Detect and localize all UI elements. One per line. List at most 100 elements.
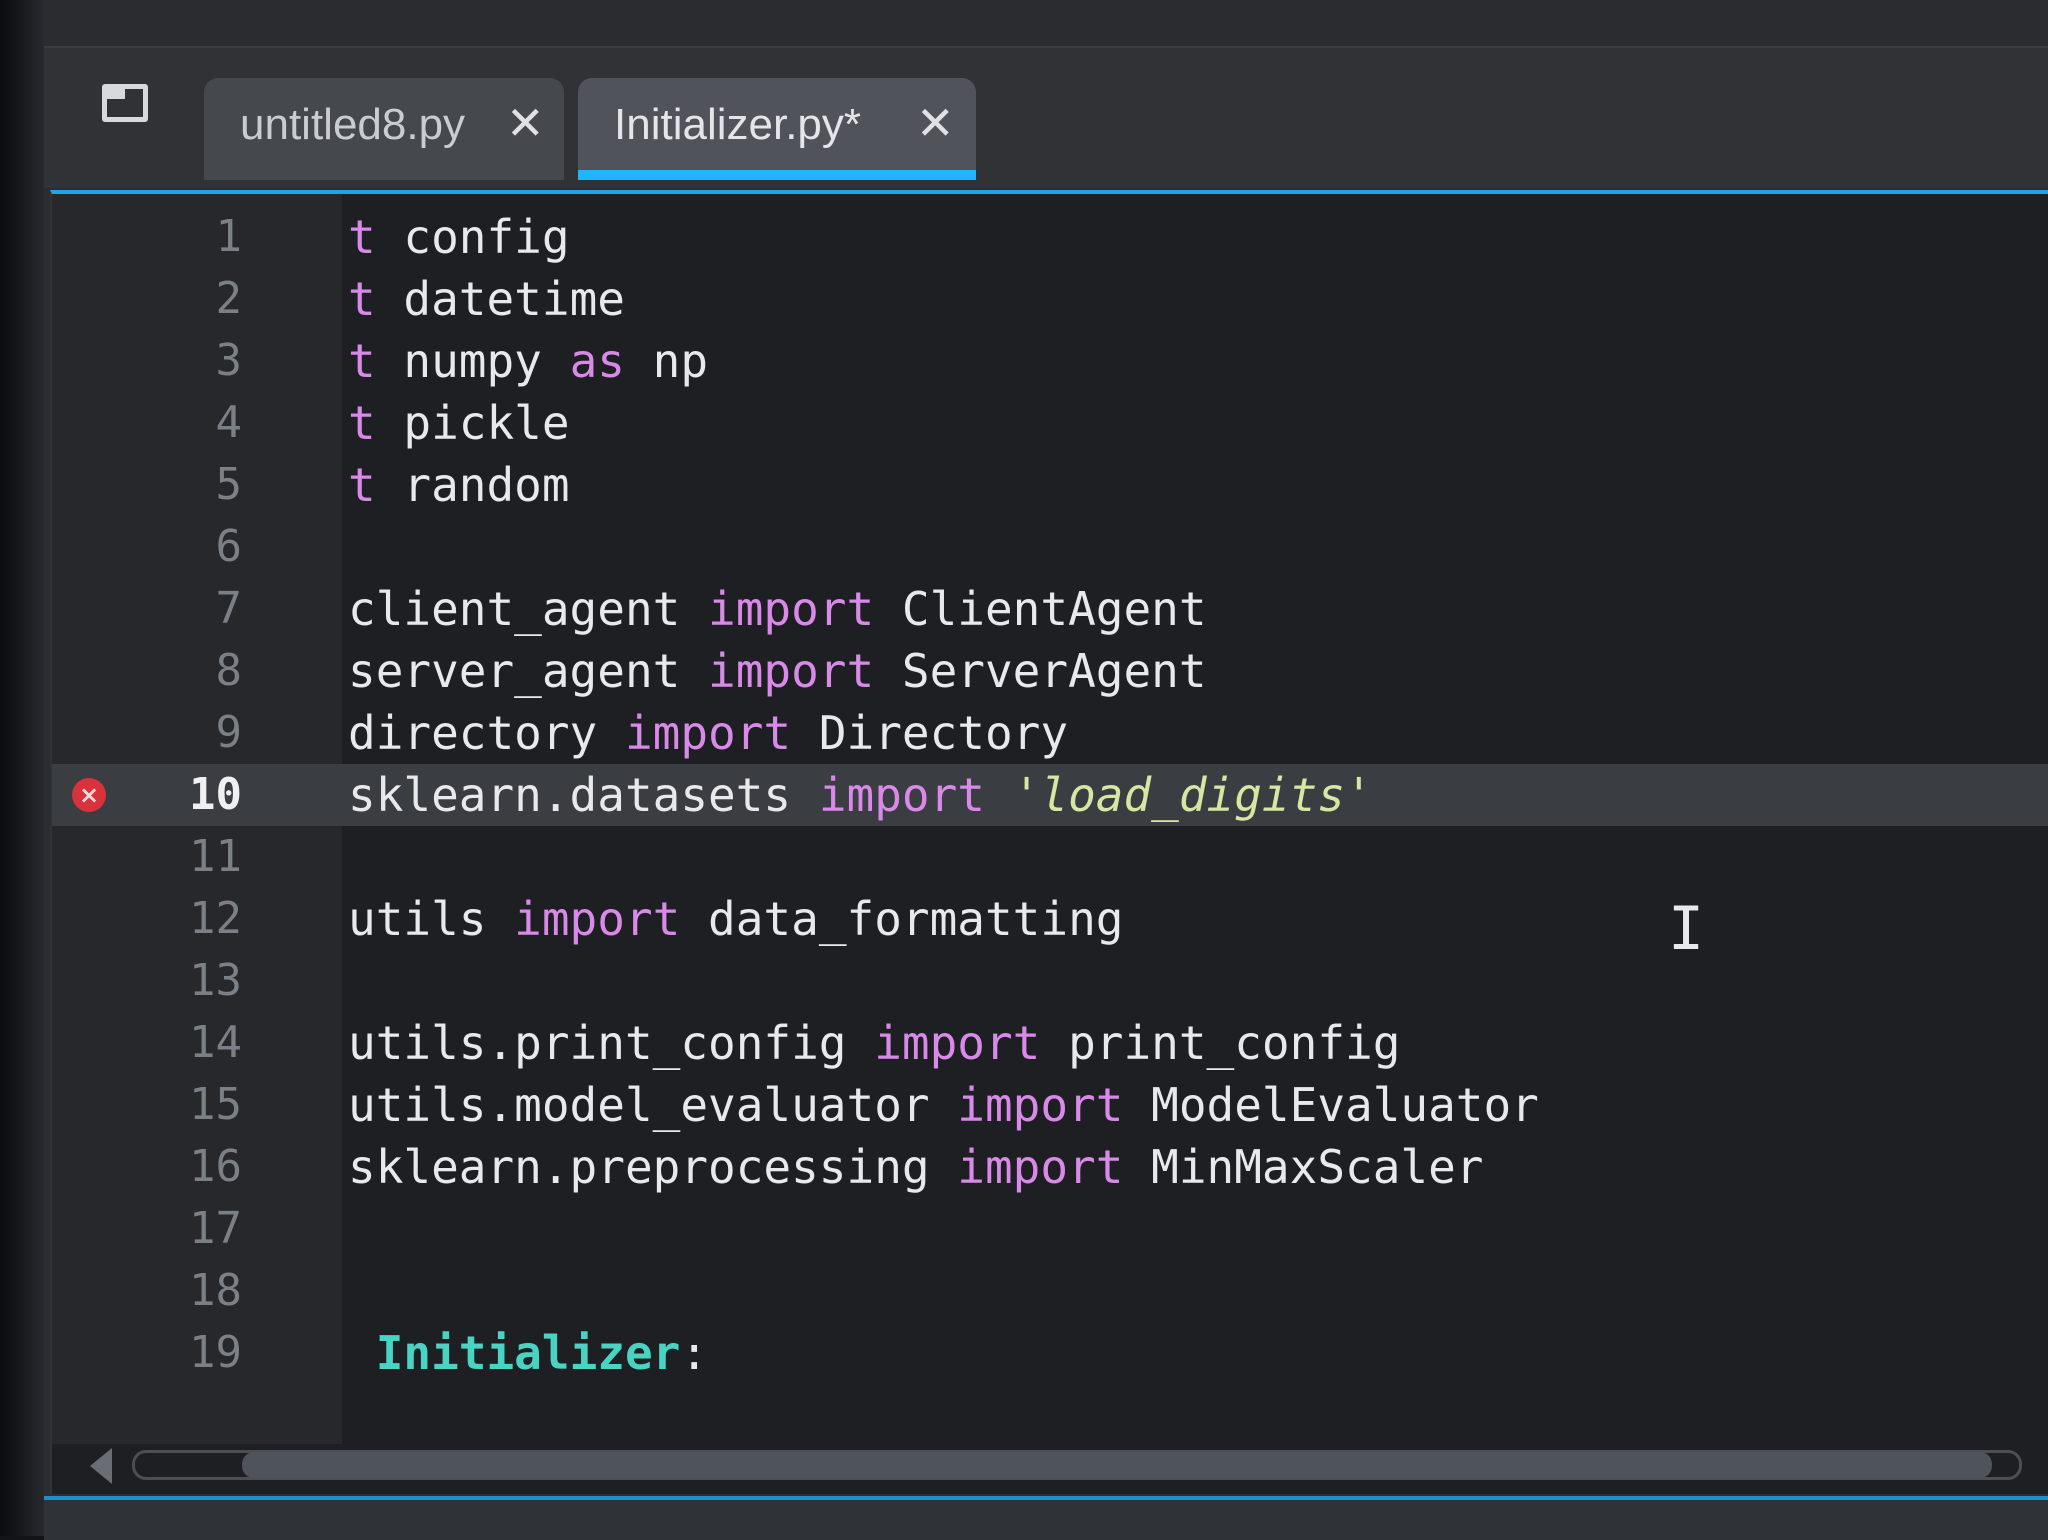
code-line[interactable]: 18 — [52, 1260, 2048, 1322]
code-keyword: t — [348, 210, 376, 264]
code-line[interactable]: 7 client_agent import ClientAgent — [52, 578, 2048, 640]
line-number: 14 — [189, 1017, 242, 1068]
code-plain: config — [375, 210, 570, 264]
code-line[interactable]: 16 sklearn.preprocessing import MinMaxSca… — [52, 1136, 2048, 1198]
code-text: t datetime — [348, 268, 625, 330]
code-keyword: import — [957, 1140, 1124, 1194]
horizontal-scrollbar[interactable] — [72, 1448, 2042, 1484]
code-line[interactable]: 19 Initializer: — [52, 1322, 2048, 1384]
code-keyword: t — [348, 458, 376, 512]
code-line[interactable]: 8 server_agent import ServerAgent — [52, 640, 2048, 702]
code-text: server_agent import ServerAgent — [348, 640, 1207, 702]
line-number: 17 — [189, 1203, 242, 1254]
code-text: t random — [348, 454, 570, 516]
ide-window: untitled8.py ✕ Initializer.py* ✕ 1 t conf… — [44, 0, 2048, 1540]
code-text: utils import data_formatting — [348, 888, 1123, 950]
line-number: 2 — [215, 273, 243, 324]
code-plain: utils.model_evaluator — [348, 1078, 958, 1132]
code-line[interactable]: 3 t numpy as np — [52, 330, 2048, 392]
line-number: 16 — [189, 1141, 242, 1192]
panel-toggle-icon[interactable] — [102, 84, 148, 122]
code-text: Initializer: — [348, 1322, 708, 1384]
line-number: 4 — [215, 397, 243, 448]
code-plain: print_config — [1040, 1016, 1401, 1070]
code-plain: sklearn.datasets — [348, 768, 819, 822]
tab-label: untitled8.py — [240, 100, 466, 149]
code-line[interactable]: 15 utils.model_evaluator import ModelEval… — [52, 1074, 2048, 1136]
code-plain: ClientAgent — [874, 582, 1207, 636]
code-plain: server_agent — [348, 644, 709, 698]
line-number: 6 — [215, 521, 243, 572]
code-string: 'load_digits' — [1012, 768, 1373, 822]
code-plain: client_agent — [348, 582, 709, 636]
code-plain: ServerAgent — [874, 644, 1207, 698]
code-plain: data_formatting — [680, 892, 1124, 946]
close-icon[interactable]: ✕ — [916, 96, 955, 150]
code-keyword: as — [569, 334, 625, 388]
code-line[interactable]: 13 — [52, 950, 2048, 1012]
code-text: t numpy as np — [348, 330, 708, 392]
code-line[interactable]: 1 t config — [52, 206, 2048, 268]
line-number: 3 — [215, 335, 243, 386]
code-keyword: import — [708, 582, 875, 636]
code-line[interactable]: × 10 sklearn.datasets import 'load_digits' — [52, 764, 2048, 826]
code-text: sklearn.preprocessing import MinMaxScale… — [348, 1136, 1483, 1198]
code-text: sklearn.datasets import 'load_digits' — [348, 764, 1373, 826]
line-number: 11 — [189, 831, 242, 882]
monitor-bezel — [0, 0, 44, 1536]
error-icon[interactable]: × — [72, 778, 106, 812]
code-text: t config — [348, 206, 570, 268]
code-keyword: import — [514, 892, 681, 946]
text-cursor-icon: I — [1668, 894, 1705, 964]
code-keyword: import — [818, 768, 985, 822]
line-number: 9 — [215, 707, 243, 758]
close-icon[interactable]: ✕ — [506, 96, 545, 150]
code-text: utils.model_evaluator import ModelEvalua… — [348, 1074, 1539, 1136]
code-line[interactable]: 4 t pickle — [52, 392, 2048, 454]
line-number: 13 — [189, 955, 242, 1006]
code-plain: numpy — [375, 334, 570, 388]
code-line[interactable]: 12 utils import data_formatting — [52, 888, 2048, 950]
code-text: client_agent import ClientAgent — [348, 578, 1207, 640]
code-line[interactable]: 17 — [52, 1198, 2048, 1260]
line-number: 18 — [189, 1265, 242, 1316]
code-plain: sklearn.preprocessing — [348, 1140, 958, 1194]
code-text: utils.print_config import print_config — [348, 1012, 1400, 1074]
code-editor[interactable]: 1 t config 2 t datetime 3 t numpy as np 4 t pic… — [50, 190, 2048, 1494]
tab-untitled8[interactable]: untitled8.py ✕ — [204, 78, 564, 180]
code-keyword: t — [348, 396, 376, 450]
code-plain: np — [624, 334, 709, 388]
code-keyword: import — [624, 706, 792, 760]
tab-bar: untitled8.py ✕ Initializer.py* ✕ — [44, 48, 2048, 188]
code-line[interactable]: 9 directory import Directory — [52, 702, 2048, 764]
code-line[interactable]: 6 — [52, 516, 2048, 578]
code-line[interactable]: 11 — [52, 826, 2048, 888]
line-number: 19 — [189, 1327, 242, 1378]
code-plain: utils — [348, 892, 515, 946]
code-text: directory import Directory — [348, 702, 1068, 764]
code-plain: MinMaxScaler — [1123, 1140, 1484, 1194]
line-number: 5 — [215, 459, 243, 510]
line-number: 15 — [189, 1079, 242, 1130]
class-name: Initializer — [375, 1326, 681, 1380]
line-number: 1 — [215, 211, 243, 262]
code-line[interactable]: 14 utils.print_config import print_config — [52, 1012, 2048, 1074]
line-number: 8 — [215, 645, 243, 696]
code-plain: ModelEvaluator — [1123, 1078, 1539, 1132]
scroll-left-icon[interactable] — [90, 1448, 112, 1484]
code-plain: datetime — [375, 272, 625, 326]
code-plain: Directory — [791, 706, 1069, 760]
code-punctuation: : — [680, 1326, 709, 1380]
line-number: 7 — [215, 583, 243, 634]
tab-initializer[interactable]: Initializer.py* ✕ — [578, 78, 976, 180]
window-title-bar — [44, 0, 2048, 48]
code-keyword: import — [874, 1016, 1041, 1070]
line-number: 12 — [189, 893, 242, 944]
code-line[interactable]: 5 t random — [52, 454, 2048, 516]
line-number: 10 — [189, 769, 242, 820]
code-plain: pickle — [375, 396, 570, 450]
scroll-thumb[interactable] — [242, 1452, 1992, 1478]
status-bar — [44, 1496, 2048, 1540]
code-line[interactable]: 2 t datetime — [52, 268, 2048, 330]
code-text: t pickle — [348, 392, 570, 454]
